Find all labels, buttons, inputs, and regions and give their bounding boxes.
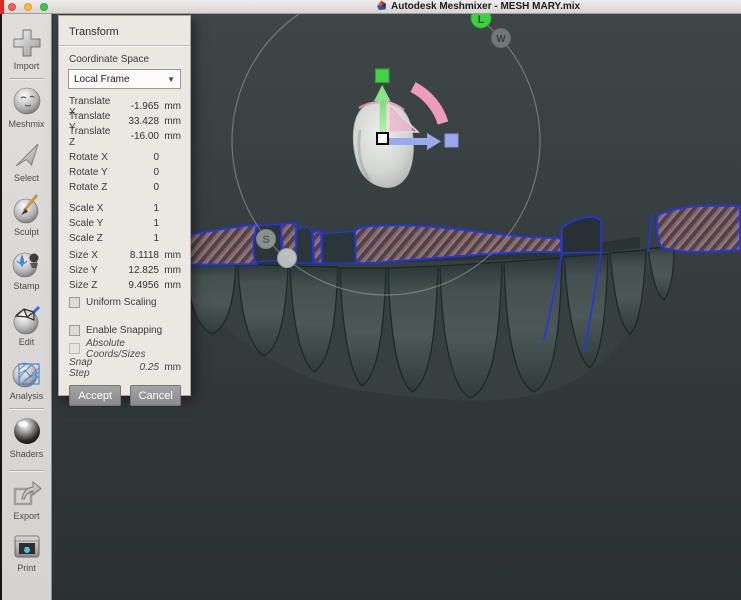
scale-y-row: Scale Y 1 bbox=[68, 216, 181, 231]
panel-separator bbox=[59, 45, 190, 46]
coordinate-space-value: Local Frame bbox=[74, 74, 167, 85]
sidebar-item-analysis[interactable]: Analysis bbox=[2, 356, 51, 401]
sidebar-separator bbox=[9, 408, 44, 409]
sphere-face-icon bbox=[2, 84, 51, 118]
sidebar-item-sculpt[interactable]: Sculpt bbox=[2, 192, 51, 237]
glossy-sphere-icon bbox=[2, 414, 51, 448]
sphere-wireframe-pencil-icon bbox=[2, 302, 51, 336]
snap-step-label: Snap Step bbox=[68, 357, 113, 379]
tool-sidebar: Import Meshmix bbox=[2, 14, 52, 600]
sidebar-separator bbox=[9, 470, 44, 471]
scale-y-value[interactable]: 1 bbox=[113, 218, 159, 229]
absolute-coords-checkbox[interactable] bbox=[69, 343, 80, 354]
sidebar-item-stamp[interactable]: Stamp bbox=[2, 246, 51, 291]
sidebar-item-label: Edit bbox=[2, 337, 51, 347]
size-z-row: Size Z 9.4956 mm bbox=[68, 278, 181, 293]
rotate-z-value[interactable]: 0 bbox=[113, 182, 159, 193]
local-frame-badge-label: L bbox=[478, 14, 485, 26]
frame-badge-highlighted[interactable] bbox=[278, 249, 297, 268]
transform-panel: Transform Coordinate Space Local Frame ▼… bbox=[58, 15, 191, 396]
translate-z-row: Translate Z -16.00 mm bbox=[68, 129, 181, 144]
sidebar-item-label: Import bbox=[2, 61, 51, 71]
sidebar-item-label: Shaders bbox=[2, 449, 51, 459]
cancel-button[interactable]: Cancel bbox=[130, 385, 181, 406]
sphere-mesh-icon bbox=[2, 356, 51, 390]
origin-handle[interactable] bbox=[377, 133, 388, 144]
sidebar-item-label: Analysis bbox=[2, 391, 51, 401]
translate-x-value[interactable]: -1.965 bbox=[113, 101, 159, 112]
enable-snapping-row: Enable Snapping bbox=[68, 323, 181, 338]
sidebar-item-select[interactable]: Select bbox=[2, 138, 51, 183]
scale-z-row: Scale Z 1 bbox=[68, 231, 181, 246]
app-icon bbox=[376, 0, 387, 16]
snap-step-value[interactable]: 0.25 bbox=[113, 362, 159, 373]
printer-icon bbox=[2, 528, 51, 562]
sidebar-item-shaders[interactable]: Shaders bbox=[2, 414, 51, 459]
plus-icon bbox=[2, 26, 51, 60]
sidebar-item-edit[interactable]: Edit bbox=[2, 302, 51, 347]
y-scale-handle[interactable] bbox=[376, 69, 390, 83]
uniform-scaling-checkbox[interactable] bbox=[69, 297, 80, 308]
rotate-y-row: Rotate Y 0 bbox=[68, 165, 181, 180]
sidebar-item-label: Print bbox=[2, 563, 51, 573]
extraction-slot bbox=[295, 227, 313, 263]
scale-x-row: Scale X 1 bbox=[68, 201, 181, 216]
zoom-button[interactable] bbox=[40, 3, 48, 11]
screen-edge-strip bbox=[0, 0, 4, 14]
window-title: Autodesk Meshmixer - MESH MARY.mix bbox=[391, 1, 580, 12]
sidebar-item-label: Select bbox=[2, 173, 51, 183]
sidebar-item-label: Export bbox=[2, 511, 51, 521]
enable-snapping-label: Enable Snapping bbox=[86, 325, 162, 336]
panel-title: Transform bbox=[69, 26, 181, 38]
sphere-stamp-icon bbox=[2, 246, 51, 280]
coordinate-space-label: Coordinate Space bbox=[69, 54, 181, 65]
close-button[interactable] bbox=[8, 3, 16, 11]
sphere-brush-icon bbox=[2, 192, 51, 226]
rotate-y-value[interactable]: 0 bbox=[113, 167, 159, 178]
minimize-button[interactable] bbox=[24, 3, 32, 11]
x-scale-handle[interactable] bbox=[445, 134, 458, 147]
sidebar-item-meshmix[interactable]: Meshmix bbox=[2, 84, 51, 129]
absolute-coords-row: Absolute Coords/Sizes bbox=[68, 341, 181, 356]
size-y-row: Size Y 12.825 mm bbox=[68, 263, 181, 278]
rotate-z-row: Rotate Z 0 bbox=[68, 180, 181, 195]
size-y-value[interactable]: 12.825 bbox=[113, 265, 159, 276]
sidebar-item-label: Meshmix bbox=[2, 119, 51, 129]
meshmixer-window: Autodesk Meshmixer - MESH MARY.mix bbox=[0, 0, 741, 600]
scale-x-value[interactable]: 1 bbox=[113, 203, 159, 214]
world-frame-badge-label: W bbox=[496, 34, 506, 45]
size-x-row: Size X 8.1118 mm bbox=[68, 248, 181, 263]
extraction-slot bbox=[322, 231, 356, 263]
sidebar-item-export[interactable]: Export bbox=[2, 476, 51, 521]
title-bar: Autodesk Meshmixer - MESH MARY.mix bbox=[0, 0, 741, 14]
coordinate-space-dropdown[interactable]: Local Frame ▼ bbox=[68, 69, 181, 89]
window-controls bbox=[8, 3, 48, 11]
size-x-value[interactable]: 8.1118 bbox=[113, 250, 159, 261]
rotate-x-value[interactable]: 0 bbox=[113, 152, 159, 163]
sidebar-separator bbox=[9, 78, 44, 79]
translate-z-value[interactable]: -16.00 bbox=[113, 131, 159, 142]
dart-arrow-icon bbox=[2, 138, 51, 172]
enable-snapping-checkbox[interactable] bbox=[69, 325, 80, 336]
rotate-x-row: Rotate X 0 bbox=[68, 150, 181, 165]
translate-y-value[interactable]: 33.428 bbox=[113, 116, 159, 127]
size-z-value[interactable]: 9.4956 bbox=[113, 280, 159, 291]
sidebar-item-import[interactable]: Import bbox=[2, 26, 51, 71]
export-arrow-icon bbox=[2, 476, 51, 510]
snap-step-row: Snap Step 0.25 mm bbox=[68, 360, 181, 375]
chevron-down-icon: ▼ bbox=[167, 75, 175, 84]
sidebar-item-label: Stamp bbox=[2, 281, 51, 291]
screen-frame-badge-label: S bbox=[262, 234, 269, 246]
accept-button[interactable]: Accept bbox=[69, 385, 121, 406]
uniform-scaling-row: Uniform Scaling bbox=[68, 295, 181, 310]
uniform-scaling-label: Uniform Scaling bbox=[86, 297, 157, 308]
scale-z-value[interactable]: 1 bbox=[113, 233, 159, 244]
sidebar-item-print[interactable]: Print bbox=[2, 528, 51, 573]
sidebar-item-label: Sculpt bbox=[2, 227, 51, 237]
